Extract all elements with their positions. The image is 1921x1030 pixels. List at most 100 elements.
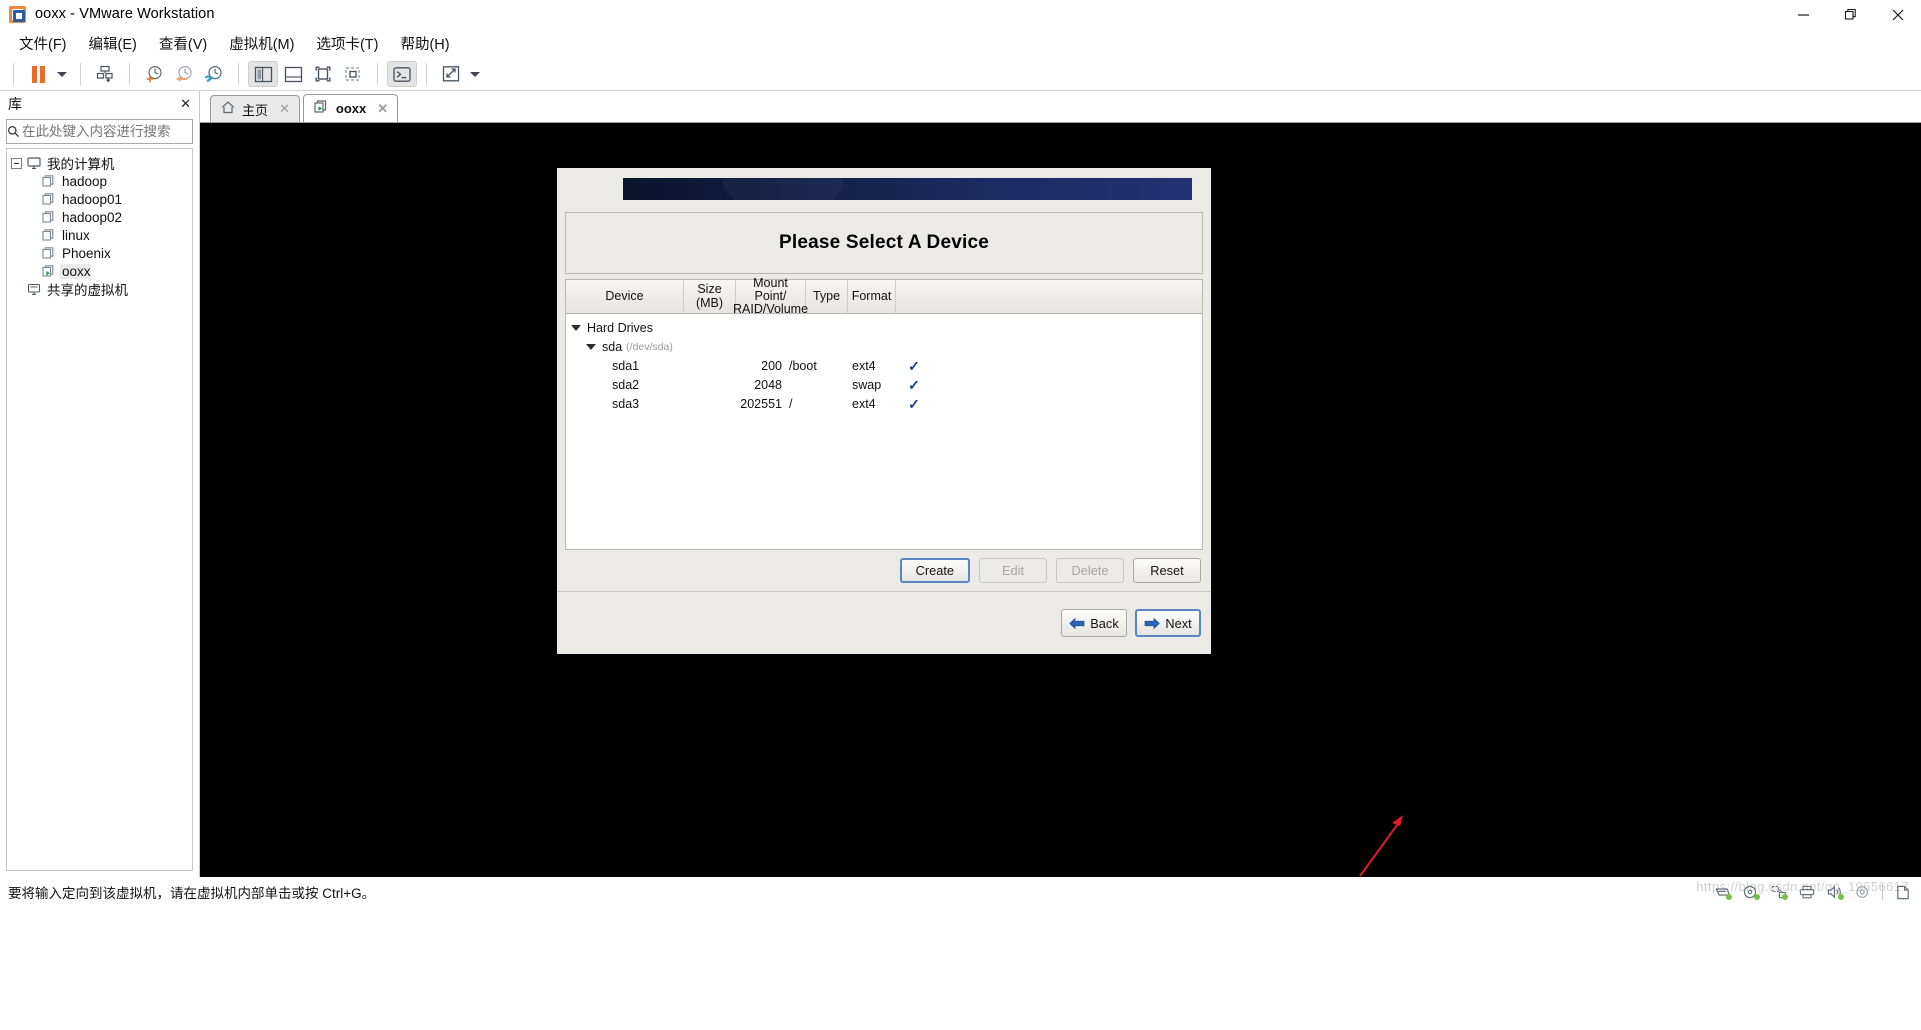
library-close-icon[interactable]: ✕ (180, 96, 191, 112)
chevron-down-icon (470, 71, 480, 77)
revert-snapshot-button[interactable] (169, 61, 199, 87)
library-title: 库 (8, 96, 22, 112)
menu-help[interactable]: 帮助(H) (389, 30, 460, 57)
tab-label: ooxx (335, 101, 367, 116)
device-table-header: Device Size (MB) Mount Point/ RAID/Volum… (566, 276, 1202, 316)
chevron-down-icon (57, 71, 67, 77)
send-ctrl-alt-del-button[interactable] (387, 61, 417, 87)
take-snapshot-button[interactable] (139, 61, 169, 87)
tree-item-hadoop[interactable]: hadoop (7, 172, 192, 190)
snapshot-settings-button[interactable] (199, 61, 229, 87)
tree-item-label: Phoenix (62, 245, 111, 261)
row-device-label: sda2 (612, 377, 640, 392)
back-button[interactable]: Back (1061, 609, 1127, 637)
fullscreen-dropdown[interactable] (466, 61, 484, 87)
sound-icon[interactable] (1826, 884, 1844, 900)
create-button[interactable]: Create (899, 558, 970, 583)
tree-item-shared-vms[interactable]: 共享的虚拟机 (7, 280, 192, 298)
content-area: 主页 ✕ ooxx ✕ Please Select A Device Devic… (200, 91, 1921, 877)
arrow-left-icon (1069, 617, 1085, 629)
close-button[interactable] (1874, 0, 1921, 29)
collapse-toggle-icon[interactable] (11, 157, 22, 169)
column-header-format[interactable]: Format (848, 280, 896, 313)
tree-item-hadoop02[interactable]: hadoop02 (7, 208, 192, 226)
unity-mode-button[interactable] (338, 61, 368, 87)
table-row[interactable]: sda2 2048 swap ✓ (566, 375, 1202, 394)
tree-item-label: hadoop (62, 173, 108, 189)
terminal-icon (393, 66, 411, 82)
next-button[interactable]: Next (1135, 609, 1201, 637)
column-header-type[interactable]: Type (806, 280, 848, 313)
toolbar-separator (13, 63, 14, 85)
column-header-mount-point[interactable]: Mount Point/ RAID/Volume (733, 276, 808, 316)
tab-close-icon[interactable]: ✕ (279, 101, 290, 117)
annotation-red-arrow-icon (1359, 815, 1403, 877)
vm-icon (42, 210, 60, 224)
tree-root-my-computer[interactable]: 我的计算机 (7, 154, 192, 172)
message-log-icon[interactable] (1894, 884, 1911, 900)
show-thumbnail-bar-button[interactable] (278, 61, 308, 87)
snapshot-manager-icon (96, 65, 113, 83)
tab-ooxx[interactable]: ooxx ✕ (302, 94, 399, 122)
snapshot-manager-icon-button[interactable] (90, 61, 120, 87)
panel-left-icon (254, 66, 272, 82)
table-row[interactable]: sda3 202551 / ext4 ✓ (566, 394, 1202, 413)
row-mount-point: / (789, 396, 793, 411)
console-view-icon (315, 66, 331, 82)
show-library-button[interactable] (248, 61, 278, 87)
row-device-label: sda1 (612, 358, 640, 373)
menubar: 文件(F) 编辑(E) 查看(V) 虚拟机(M) 选项卡(T) 帮助(H) (0, 29, 1921, 58)
pause-icon (31, 65, 45, 83)
expander-triangle-icon[interactable] (586, 343, 596, 350)
usb-icon[interactable] (1854, 884, 1871, 900)
tree-item-linux[interactable]: linux (7, 226, 192, 244)
hard-disk-icon[interactable] (1714, 884, 1732, 900)
installer-banner (623, 178, 1192, 200)
menu-view[interactable]: 查看(V) (148, 30, 218, 57)
power-dropdown[interactable] (53, 61, 71, 87)
vm-console-screen[interactable]: Please Select A Device Device Size (MB) … (200, 123, 1921, 877)
menu-tabs[interactable]: 选项卡(T) (305, 30, 389, 57)
vm-icon (42, 174, 60, 188)
tree-item-hadoop01[interactable]: hadoop01 (7, 190, 192, 208)
tree-item-label: ooxx (60, 263, 91, 279)
table-row[interactable]: sda (/dev/sda) (566, 337, 1202, 356)
minimize-button[interactable] (1780, 0, 1827, 29)
menu-file[interactable]: 文件(F) (8, 30, 78, 57)
column-header-device[interactable]: Device (566, 280, 684, 313)
vm-running-icon (314, 100, 329, 117)
tree-item-ooxx[interactable]: ooxx (7, 262, 192, 280)
table-row[interactable]: Hard Drives (566, 318, 1202, 337)
search-input[interactable] (20, 123, 201, 140)
expander-triangle-icon[interactable] (571, 324, 581, 331)
tab-home[interactable]: 主页 ✕ (210, 95, 300, 122)
suspend-button[interactable] (23, 61, 53, 87)
network-icon[interactable] (1770, 884, 1788, 900)
library-header: 库 ✕ (0, 91, 199, 117)
device-table: Device Size (MB) Mount Point/ RAID/Volum… (565, 276, 1203, 550)
column-header-size-line2: (MB) (695, 295, 724, 310)
menu-edit[interactable]: 编辑(E) (78, 30, 148, 57)
table-row[interactable]: sda1 200 /boot ext4 ✓ (566, 356, 1202, 375)
row-format-check-icon: ✓ (908, 395, 920, 412)
tree-item-label: 共享的虚拟机 (47, 283, 128, 298)
menu-help-label: 帮助(H) (400, 37, 450, 53)
menu-tabs-label: 选项卡(T) (316, 37, 379, 53)
column-header-size[interactable]: Size (MB) (684, 280, 736, 313)
tree-item-phoenix[interactable]: Phoenix (7, 244, 192, 262)
library-search[interactable] (6, 119, 211, 144)
reset-button[interactable]: Reset (1133, 558, 1201, 583)
cdrom-icon[interactable] (1742, 884, 1760, 900)
menu-vm[interactable]: 虚拟机(M) (218, 30, 305, 57)
console-view-button[interactable] (308, 61, 338, 87)
main-body: 库 ✕ 在此处键入内容进行搜索 我的计算机 hadoop hadoop01 ha… (0, 91, 1921, 877)
status-message: 要将输入定向到该虚拟机，请在虚拟机内部单击或按 Ctrl+G。 (8, 886, 376, 901)
maximize-button[interactable] (1827, 0, 1874, 29)
tab-close-icon[interactable]: ✕ (377, 101, 388, 117)
fullscreen-button[interactable] (436, 61, 466, 87)
page-title: Please Select A Device (778, 232, 989, 253)
row-mount-point: /boot (789, 358, 817, 373)
window-title: ooxx - VMware Workstation (35, 6, 215, 22)
next-button-label: Next (1165, 615, 1192, 631)
printer-icon[interactable] (1798, 884, 1815, 900)
